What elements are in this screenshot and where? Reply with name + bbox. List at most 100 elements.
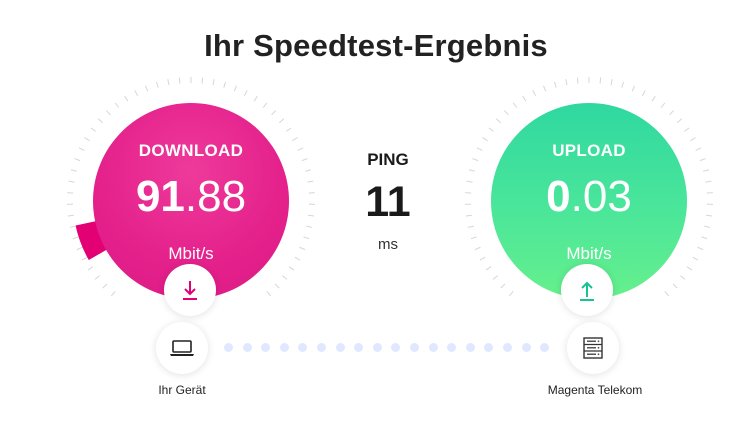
gauge-tick: [576, 77, 579, 84]
gauge-tick: [301, 158, 308, 162]
gauge-tick: [307, 180, 314, 183]
gauge-tick: [476, 147, 483, 151]
gauge-tick: [610, 79, 613, 86]
gauge-tick: [156, 81, 159, 88]
gauge-tick: [294, 256, 301, 261]
device-caption: Ihr Gerät: [158, 383, 206, 397]
gauge-tick: [704, 225, 711, 228]
gauge-tick: [72, 236, 79, 240]
gauge-tick: [266, 291, 272, 297]
gauge-tick: [253, 95, 258, 102]
gauge-tick: [706, 214, 713, 217]
download-value: 91.88: [93, 175, 289, 219]
gauge-tick: [274, 283, 280, 289]
laptop-icon: [170, 340, 194, 356]
gauge-tick: [631, 85, 635, 92]
connection-dot: [335, 343, 345, 352]
connection-dot: [410, 343, 419, 352]
gauge-tick: [467, 225, 474, 228]
gauge-tick: [223, 81, 226, 88]
gauge-tick: [308, 214, 315, 217]
gauge-tick: [306, 225, 313, 228]
gauge-tick: [78, 147, 85, 151]
gauge-tick: [145, 85, 149, 92]
gauge-tick: [641, 90, 646, 97]
gauge-tick: [297, 147, 304, 151]
gauge-tick: [67, 214, 74, 217]
upload-value: 0.03: [491, 175, 687, 219]
download-badge: [164, 264, 216, 316]
gauge-tick: [81, 256, 88, 261]
connection-dot: [428, 343, 438, 352]
gauge-tick: [292, 137, 298, 142]
gauge-tick: [508, 291, 514, 297]
arrow-down-icon: [183, 281, 197, 300]
gauge-tick: [305, 169, 312, 172]
gauge-tick: [303, 236, 310, 240]
gauge-tick: [243, 90, 248, 97]
download-value-integer: 91: [135, 172, 185, 221]
gauge-tick: [87, 266, 94, 271]
connection-dot: [354, 343, 364, 352]
gauge-tick: [84, 137, 90, 142]
gauge-tick: [262, 102, 268, 108]
gauge-tick: [522, 95, 527, 102]
gauge-tick: [470, 236, 477, 240]
connection-dot: [540, 343, 550, 352]
connection-dot: [372, 343, 382, 352]
gauge-tick: [488, 127, 495, 132]
gauge-tick: [495, 118, 502, 124]
upload-unit: Mbit/s: [566, 244, 612, 263]
gauge-tick: [660, 102, 666, 108]
upload-value-decimals: .03: [570, 172, 632, 221]
connection-dot: [503, 343, 512, 352]
gauge-tick: [212, 79, 215, 86]
gauge-tick: [201, 77, 204, 84]
gauge-tick: [599, 77, 602, 84]
gauge-tick: [692, 256, 699, 261]
download-label: DOWNLOAD: [138, 141, 244, 160]
gauge-tick: [695, 147, 702, 151]
connection-dots: [224, 343, 554, 355]
gauge-tick: [282, 275, 288, 280]
gauge-tick: [565, 79, 568, 86]
download-value-decimals: .88: [184, 172, 247, 221]
gauge-tick: [70, 169, 77, 172]
gauge-tick: [482, 137, 488, 142]
gauge-tick: [669, 110, 675, 116]
gauge-tick: [134, 90, 139, 97]
ping-label: PING: [367, 150, 409, 169]
gauge-tick: [288, 266, 295, 271]
gauge-tick: [178, 77, 181, 84]
gauge-tick: [97, 118, 104, 124]
gauge-tick: [479, 256, 486, 261]
connection-dot: [224, 343, 233, 352]
gauge-tick: [167, 79, 170, 86]
gauge-tick: [680, 275, 686, 280]
gauge-tick: [492, 275, 498, 280]
gauge-tick: [271, 110, 277, 116]
gauge-tick: [703, 169, 710, 172]
gauge-tick: [105, 110, 111, 116]
gauge-tick: [503, 110, 509, 116]
gauge-tick: [114, 102, 120, 108]
gauge-tick: [532, 90, 537, 97]
gauge-tick: [676, 118, 683, 124]
connection-dot: [279, 343, 289, 352]
gauge-tick: [466, 180, 473, 183]
gauge-tick: [621, 81, 624, 88]
gauge-tick: [233, 85, 237, 92]
server-caption: Magenta Telekom: [547, 383, 643, 397]
device-badge: [156, 322, 208, 374]
gauge-tick: [299, 246, 306, 251]
gauge-tick: [285, 127, 292, 132]
connection-dot: [242, 343, 252, 352]
gauge-tick: [554, 81, 557, 88]
connection-dot: [484, 343, 494, 352]
gauge-tick: [474, 246, 481, 251]
connection-dot: [317, 343, 326, 352]
connection-dot: [298, 343, 308, 352]
gauge-tick: [701, 236, 708, 240]
gauge-tick: [124, 95, 129, 102]
gauge-tick: [672, 283, 678, 289]
